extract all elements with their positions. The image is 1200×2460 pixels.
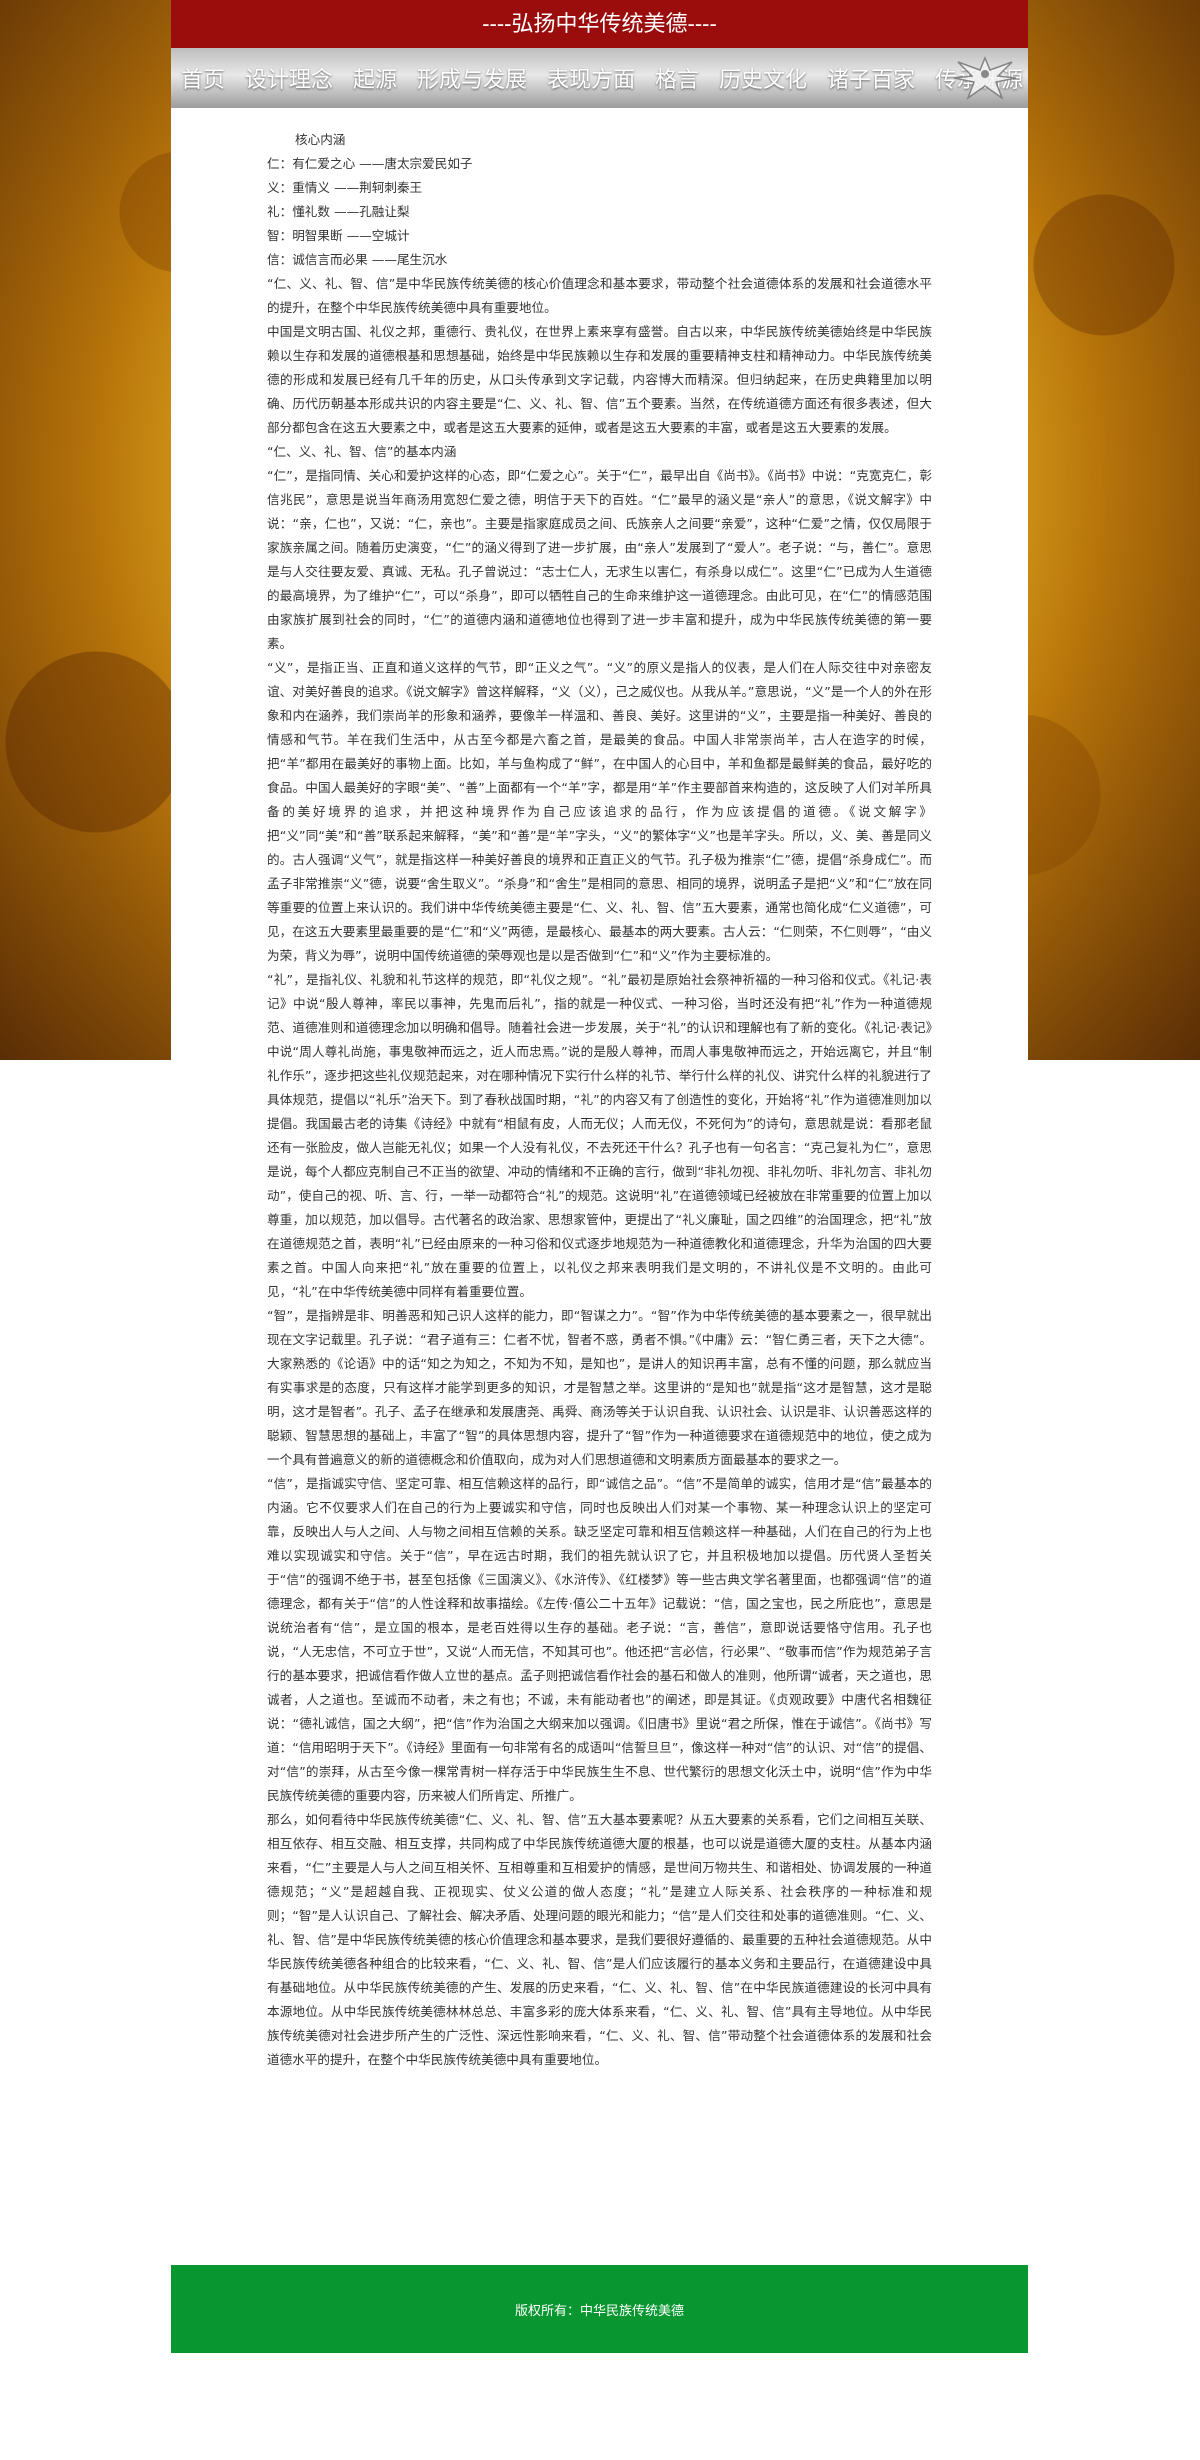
copyright-text: 版权所有：中华民族传统美德 [514,2303,684,2319]
nav-item-home[interactable]: 首页 [181,62,225,94]
conclusion-paragraph: 那么，如何看待中华民族传统美德“仁、义、礼、智、信”五大基本要素呢？从五大要素的… [267,1812,932,2067]
background-paragraph: 中国是文明古国、礼仪之邦，重德行、贵礼仪，在世界上素来享有盛誉。自古以来，中华民… [267,324,932,435]
virtue-list-item-xin: 信：诚信言而必果 ——尾生沉水 [267,252,448,267]
virtue-list-item-li: 礼：懂礼数 ——孔融让梨 [267,204,410,219]
section-heading-core-connotation: 核心内涵 [295,132,346,147]
nav-item-origin[interactable]: 起源 [353,62,397,94]
main-nav: 首页 设计理念 起源 形成与发展 表现方面 格言 历史文化 诸子百家 传承渊源 [171,48,1028,108]
nav-item-maxims[interactable]: 格言 [655,62,699,94]
virtue-list-item-yi: 义：重情义 ——荆轲刺秦王 [267,180,423,195]
site-footer: 版权所有：中华民族传统美德 [171,2265,1028,2353]
paragraph-xin: “信”，是指诚实守信、坚定可靠、相互信赖这样的品行，即“诚信之品”。“信”不是简… [267,1476,932,1803]
section-heading-basic-connotation: “仁、义、礼、智、信”的基本内涵 [267,444,457,459]
nav-item-history-culture[interactable]: 历史文化 [719,62,807,94]
site-title: ----弘扬中华传统美德---- [482,11,717,36]
nav-item-hundred-schools[interactable]: 诸子百家 [827,62,915,94]
site-title-banner: ----弘扬中华传统美德---- [171,0,1028,48]
nav-item-formation-development[interactable]: 形成与发展 [417,62,527,94]
paragraph-ren: “仁”，是指同情、关心和爱护这样的心态，即“仁爱之心”。关于“仁”，最早出自《尚… [267,468,932,651]
nav-item-manifestations[interactable]: 表现方面 [547,62,635,94]
page-container: ----弘扬中华传统美德---- 首页 设计理念 起源 形成与发展 表现方面 格… [171,0,1028,2460]
paragraph-li: “礼”，是指礼仪、礼貌和礼节这样的规范，即“礼仪之规”。“礼”最初是原始社会祭神… [267,972,932,1299]
main-content: 核心内涵 仁：有仁爱之心 ——唐太宗爱民如子 义：重情义 ——荆轲刺秦王 礼：懂… [171,108,1028,2265]
paragraph-yi: “义”，是指正当、正直和道义这样的气节，即“正义之气”。“义”的原义是指人的仪表… [267,660,932,963]
intro-paragraph: “仁、义、礼、智、信”是中华民族传统美德的核心价值理念和基本要求，带动整个社会道… [267,276,932,315]
nav-item-design-concept[interactable]: 设计理念 [245,62,333,94]
eagle-emblem-icon [953,56,1017,101]
virtue-list-item-ren: 仁：有仁爱之心 ——唐太宗爱民如子 [267,156,473,171]
paragraph-zhi: “智”，是指辨是非、明善恶和知己识人这样的能力，即“智谋之力”。“智”作为中华传… [267,1308,932,1467]
virtue-list-item-zhi: 智：明智果断 ——空城计 [267,228,410,243]
